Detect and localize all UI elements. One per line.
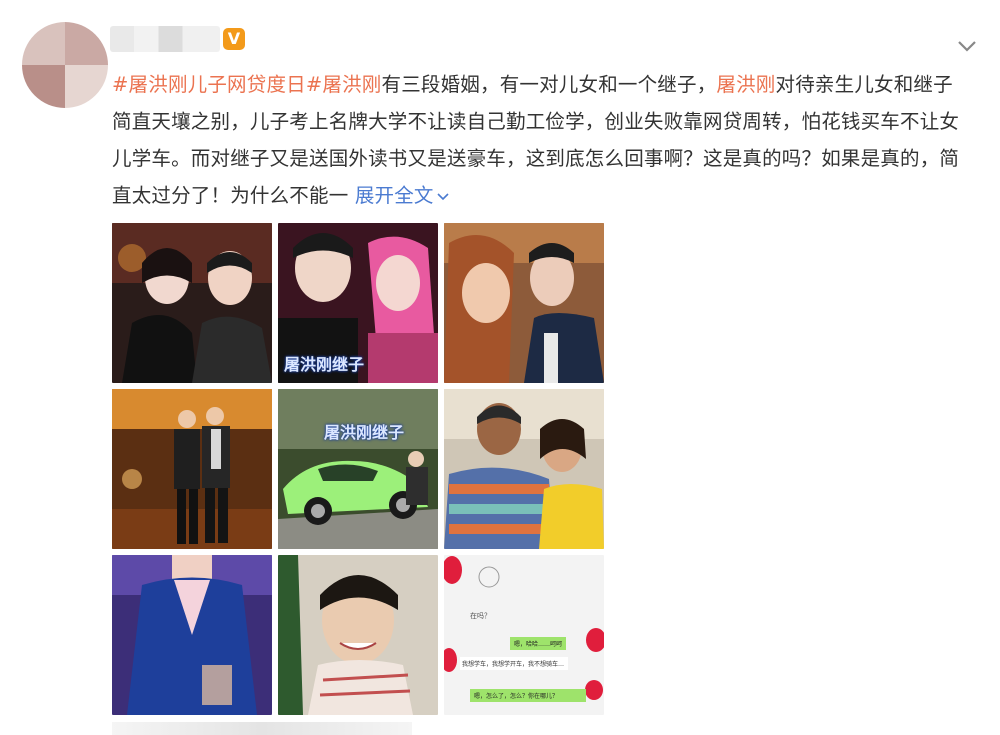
- image-grid: 屠洪刚继子 屠洪刚继子 在吗？ 嗯，哈哈……呵呵 我想学车，我想学开车，我不想骑…: [112, 223, 606, 715]
- chat-message: 在吗？: [470, 612, 491, 620]
- avatar[interactable]: [22, 22, 108, 108]
- watermark-text: 屠洪刚继子: [324, 423, 405, 442]
- chat-message: 嗯，哈哈……呵呵: [510, 637, 567, 650]
- photo-man-and-woman[interactable]: [444, 389, 604, 549]
- username-blurred[interactable]: [110, 26, 220, 52]
- chevron-down-icon: [437, 192, 449, 200]
- mention-link[interactable]: 屠洪刚: [322, 73, 381, 96]
- photo-green-sports-car[interactable]: 屠洪刚继子: [278, 389, 438, 549]
- chevron-down-icon[interactable]: [955, 38, 979, 54]
- photo-chat-screenshot[interactable]: 在吗？ 嗯，哈哈……呵呵 我想学车，我想学开车，我不想骑车… 嗯，怎么了，怎么？…: [444, 555, 604, 715]
- chat-message: 我想学车，我想学开车，我不想骑车…: [460, 657, 568, 670]
- photo-couple-selfie-2[interactable]: 屠洪刚继子: [278, 223, 438, 383]
- post-text: #屠洪刚儿子网贷度日#屠洪刚有三段婚姻，有一对儿女和一个继子，屠洪刚对待亲生儿女…: [112, 66, 972, 214]
- verified-badge: V: [223, 28, 245, 50]
- post-body-text: 有三段婚姻，有一对儿女和一个继子，: [381, 73, 717, 96]
- next-item-preview: [112, 722, 412, 735]
- photo-two-men-standing[interactable]: [112, 389, 272, 549]
- expand-full-text-link[interactable]: 展开全文: [355, 184, 450, 207]
- photo-couple-selfie-1[interactable]: [112, 223, 272, 383]
- hashtag-link[interactable]: #屠洪刚儿子网贷度日#: [112, 73, 322, 96]
- chat-message: 嗯，怎么了，怎么？你在哪儿？: [470, 689, 586, 702]
- watermark-text: 屠洪刚继子: [284, 355, 365, 374]
- photo-young-man-portrait[interactable]: [278, 555, 438, 715]
- photo-couple-selfie-3[interactable]: [444, 223, 604, 383]
- photo-man-blue-suit[interactable]: [112, 555, 272, 715]
- mention-link[interactable]: 屠洪刚: [716, 73, 775, 96]
